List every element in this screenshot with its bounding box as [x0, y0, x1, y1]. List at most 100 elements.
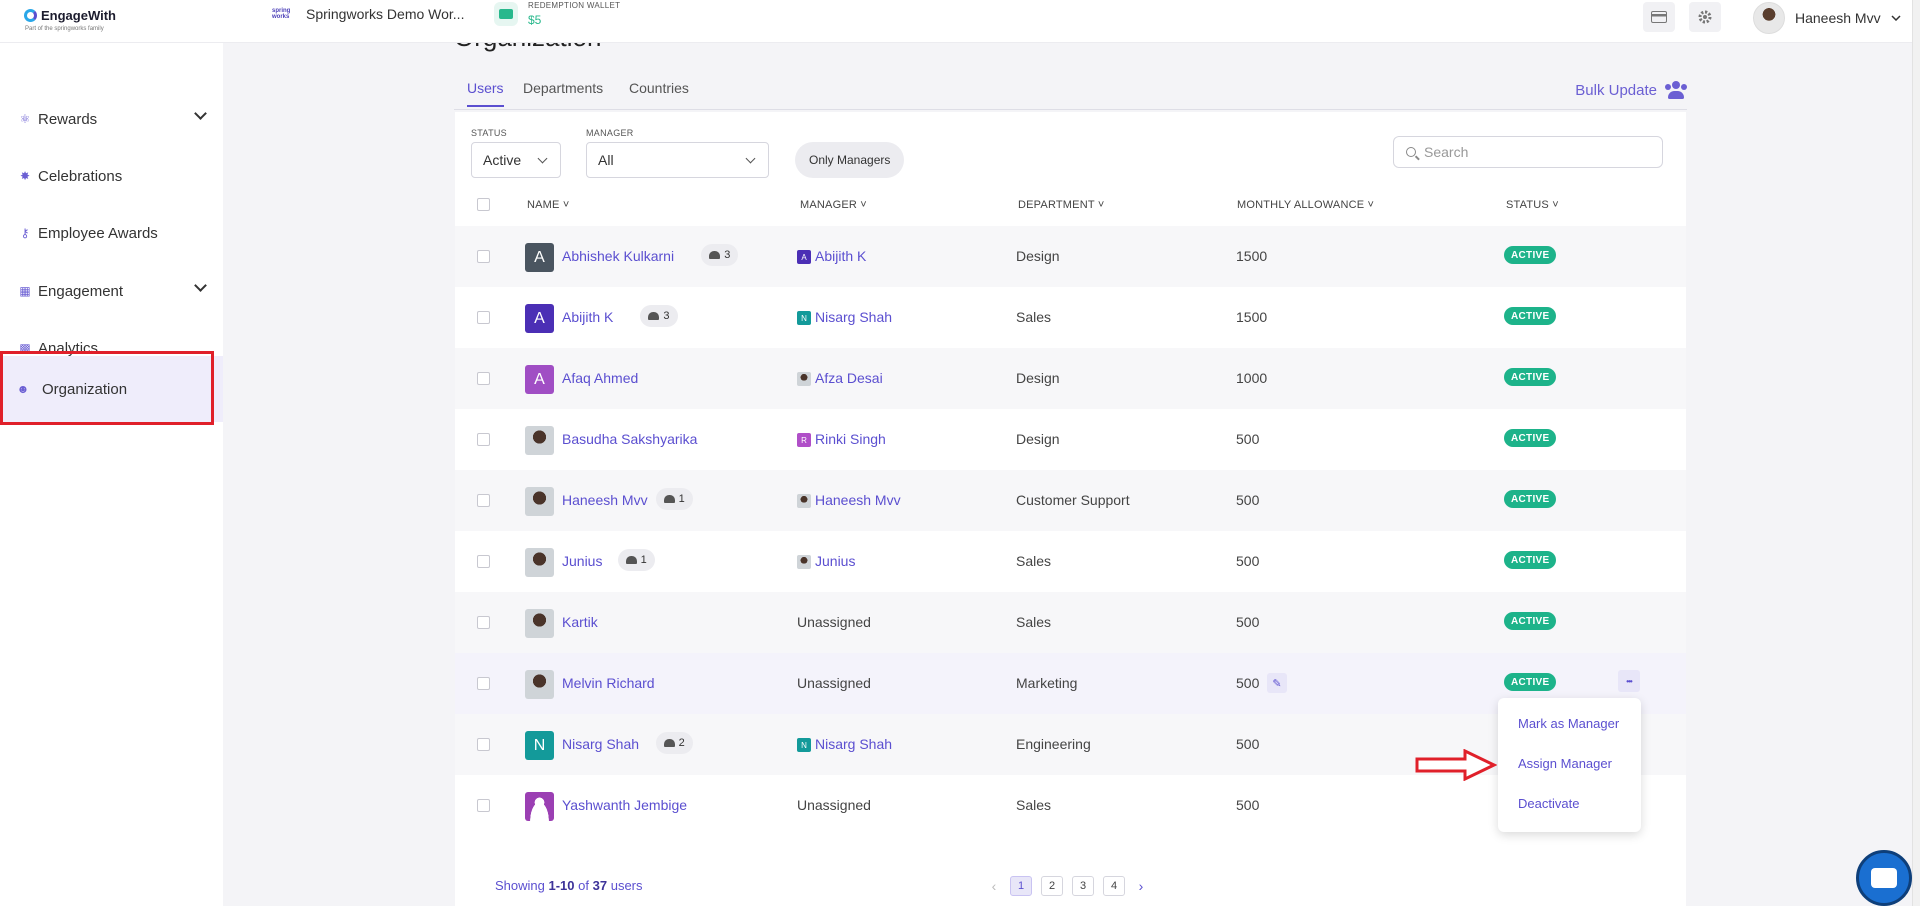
only-managers-toggle[interactable]: Only Managers	[795, 142, 905, 178]
manager-avatar: N	[797, 311, 811, 325]
row-checkbox[interactable]	[477, 799, 490, 812]
row-checkbox[interactable]	[477, 494, 490, 507]
page-button-4[interactable]: 4	[1103, 876, 1125, 896]
direct-reports-badge: 1	[617, 549, 655, 571]
manager-unassigned: Unassigned	[797, 797, 871, 813]
logo-subtitle: Part of the springworks family	[25, 26, 104, 32]
user-name-link[interactable]: Yashwanth Jembige	[562, 797, 687, 813]
edit-allowance-button[interactable]: ✎	[1267, 673, 1287, 693]
manager-unassigned: Unassigned	[797, 614, 871, 630]
table-row[interactable]: Junius 1 Junius Sales 500 ACTIVE	[455, 531, 1686, 592]
table-header: NAME ˅ MANAGER ˅ DEPARTMENT ˅ MONTHLY AL…	[455, 184, 1686, 226]
tab-departments[interactable]: Departments	[523, 80, 603, 105]
row-checkbox[interactable]	[477, 372, 490, 385]
manager-name-link[interactable]: Nisarg Shah	[815, 736, 892, 752]
engagewith-logo[interactable]: EngageWith Part of the springworks famil…	[24, 8, 116, 32]
search-input[interactable]: Search	[1393, 136, 1663, 168]
user-name-link[interactable]: Junius	[562, 553, 602, 569]
reports-count: 1	[678, 493, 685, 505]
direct-reports-badge: 3	[701, 244, 739, 266]
sidebar: ⚛ Rewards ✸ Celebrations ⚷ Employee Awar…	[0, 43, 223, 906]
row-checkbox[interactable]	[477, 433, 490, 446]
chevron-down-icon	[745, 153, 756, 164]
user-name-link[interactable]: Nisarg Shah	[562, 736, 639, 752]
status-badge: ACTIVE	[1504, 551, 1557, 569]
sidebar-item-employee-awards[interactable]: ⚷ Employee Awards	[0, 211, 223, 255]
column-header-status[interactable]: STATUS ˅	[1506, 199, 1559, 211]
column-header-monthly-allowance[interactable]: MONTHLY ALLOWANCE ˅	[1237, 199, 1374, 211]
table-row[interactable]: A Abhishek Kulkarni 3 A Abijith K Design 1500 A…	[455, 226, 1686, 287]
manager-name-link[interactable]: Haneesh Mvv	[815, 492, 901, 508]
page-scrollbar[interactable]	[1912, 0, 1920, 906]
page-button-2[interactable]: 2	[1041, 876, 1063, 896]
gear-icon	[1698, 10, 1712, 24]
select-all-checkbox[interactable]	[477, 198, 490, 211]
party-icon: ✸	[19, 169, 31, 183]
chevron-down-icon[interactable]	[194, 107, 207, 120]
user-menu[interactable]: Haneesh Mvv	[1753, 2, 1901, 34]
column-header-department[interactable]: DEPARTMENT ˅	[1018, 199, 1104, 211]
user-name-link[interactable]: Melvin Richard	[562, 675, 655, 691]
redemption-wallet[interactable]: REDEMPTION WALLET $5	[494, 1, 620, 27]
avatar	[525, 426, 554, 455]
workspace-switcher[interactable]: spring works Springworks Demo Wor...	[272, 6, 464, 22]
wallet-amount: $5	[528, 13, 542, 27]
bulk-update-button[interactable]: Bulk Update	[1575, 81, 1687, 99]
manager-name-link[interactable]: Junius	[815, 553, 855, 569]
chat-support-button[interactable]	[1856, 850, 1912, 906]
manager-name-link[interactable]: Abijith K	[815, 248, 866, 264]
avatar	[525, 609, 554, 638]
allowance-cell: 500	[1236, 614, 1260, 630]
more-actions-button[interactable]: •••	[1618, 670, 1640, 692]
table-row[interactable]: A Afaq Ahmed Afza Desai Design 1000 ACTIVE	[455, 348, 1686, 409]
user-name-link[interactable]: Abijith K	[562, 309, 613, 325]
status-badge: ACTIVE	[1504, 490, 1557, 508]
menu-item-mark-as-manager[interactable]: Mark as Manager	[1518, 716, 1619, 731]
manager-name-link[interactable]: Afza Desai	[815, 370, 883, 386]
manager-filter-select[interactable]: All	[586, 142, 769, 178]
chevron-right-icon[interactable]: ›	[1134, 878, 1148, 894]
avatar	[525, 487, 554, 516]
card-icon-button[interactable]	[1643, 2, 1675, 32]
table-row[interactable]: Haneesh Mvv 1 Haneesh Mvv Customer Support 5…	[455, 470, 1686, 531]
manager-name-link[interactable]: Rinki Singh	[815, 431, 886, 447]
status-filter-value: Active	[483, 152, 522, 168]
allowance-cell: 500	[1236, 553, 1260, 569]
settings-button[interactable]	[1689, 2, 1721, 32]
row-checkbox[interactable]	[477, 616, 490, 629]
engagement-icon: ▦	[19, 284, 31, 298]
status-badge: ACTIVE	[1504, 246, 1557, 264]
status-filter-select[interactable]: Active	[471, 142, 561, 178]
user-name-link[interactable]: Abhishek Kulkarni	[562, 248, 674, 264]
reports-count: 1	[640, 554, 647, 566]
page-button-3[interactable]: 3	[1072, 876, 1094, 896]
row-checkbox[interactable]	[477, 738, 490, 751]
avatar: A	[525, 365, 554, 394]
user-name-link[interactable]: Basudha Sakshyarika	[562, 431, 697, 447]
allowance-cell: 500	[1236, 797, 1260, 813]
column-header-manager[interactable]: MANAGER ˅	[800, 199, 867, 211]
row-checkbox[interactable]	[477, 311, 490, 324]
user-name-link[interactable]: Afaq Ahmed	[562, 370, 638, 386]
user-name-link[interactable]: Kartik	[562, 614, 598, 630]
sidebar-item-celebrations[interactable]: ✸ Celebrations	[0, 154, 223, 198]
tab-users[interactable]: Users	[467, 80, 504, 107]
table-row[interactable]: A Abijith K 3 N Nisarg Shah Sales 1500 ACTIVE	[455, 287, 1686, 348]
row-checkbox[interactable]	[477, 677, 490, 690]
column-header-name[interactable]: NAME ˅	[527, 199, 569, 211]
tab-countries[interactable]: Countries	[629, 80, 689, 105]
menu-item-deactivate[interactable]: Deactivate	[1518, 796, 1579, 811]
table-row[interactable]: Kartik Unassigned Sales 500 ACTIVE	[455, 592, 1686, 653]
chevron-left-icon[interactable]: ‹	[987, 878, 1001, 894]
menu-item-assign-manager[interactable]: Assign Manager	[1518, 756, 1612, 771]
page-button-1[interactable]: 1	[1010, 876, 1032, 896]
manager-name-link[interactable]: Nisarg Shah	[815, 309, 892, 325]
chevron-down-icon[interactable]	[194, 279, 207, 292]
row-checkbox[interactable]	[477, 555, 490, 568]
table-row[interactable]: Basudha Sakshyarika R Rinki Singh Design 500…	[455, 409, 1686, 470]
user-name-link[interactable]: Haneesh Mvv	[562, 492, 648, 508]
sidebar-item-rewards[interactable]: ⚛ Rewards	[0, 97, 223, 141]
sidebar-item-engagement[interactable]: ▦ Engagement	[0, 269, 223, 313]
row-checkbox[interactable]	[477, 250, 490, 263]
manager-avatar: A	[797, 250, 811, 264]
